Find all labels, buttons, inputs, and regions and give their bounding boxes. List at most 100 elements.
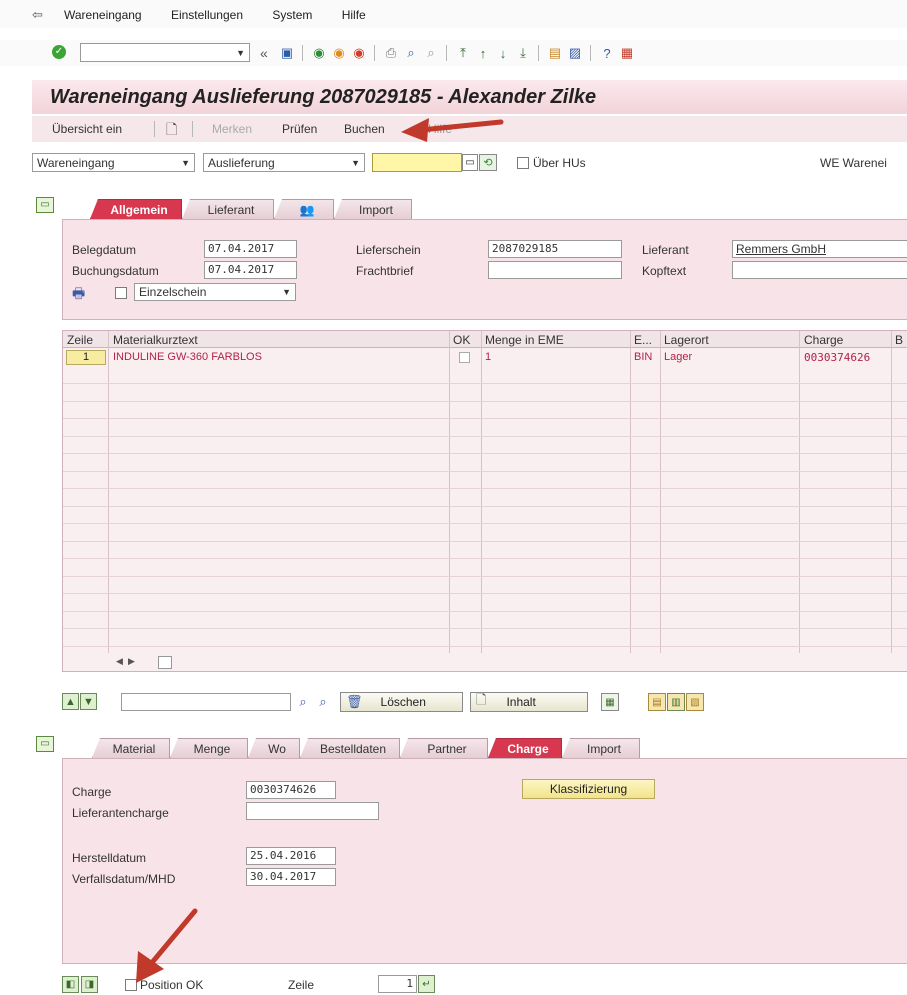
tab-partner[interactable]: Partner <box>400 738 488 758</box>
menu-hilfe[interactable]: Hilfe <box>342 8 366 22</box>
goto-line-icon[interactable]: ↵ <box>418 975 435 993</box>
command-field[interactable]: ▼ <box>80 43 250 62</box>
mfg-date-field[interactable]: 25.04.2016 <box>246 847 336 865</box>
bill-field[interactable] <box>488 261 622 279</box>
double-chevron-icon[interactable]: « <box>260 45 268 61</box>
table-row-empty[interactable] <box>63 560 907 577</box>
batch-cell[interactable]: 0030374626 <box>804 351 870 364</box>
delete-button[interactable]: 🗑 Löschen <box>340 692 463 712</box>
header-expand-icon[interactable]: ▭ <box>36 197 54 213</box>
prev-item-icon[interactable]: ◧ <box>62 976 79 993</box>
post-date-field[interactable]: 07.04.2017 <box>204 261 297 279</box>
post-button[interactable]: Buchen <box>344 122 385 136</box>
ok-checkbox[interactable] <box>459 352 470 363</box>
tab-partner-icon[interactable]: 👥 <box>274 199 334 219</box>
col-qty[interactable]: Menge in EME <box>485 333 564 347</box>
content-button[interactable]: 🗋 Inhalt <box>470 692 588 712</box>
expand-all-icon[interactable]: ▲ <box>62 693 79 710</box>
printer-icon[interactable]: 🖶 <box>72 283 85 307</box>
table-row-empty[interactable] <box>63 472 907 489</box>
find-icon[interactable]: ⌕ <box>294 693 312 711</box>
new-document-icon[interactable]: 🗋 <box>166 119 177 143</box>
col-storage[interactable]: Lagerort <box>664 333 709 347</box>
table-row-empty[interactable] <box>63 630 907 647</box>
classify-button[interactable]: Klassifizierung <box>522 779 655 799</box>
batch-detail-icon[interactable]: ▥ <box>667 693 685 711</box>
split-icon[interactable]: ▦ <box>601 693 619 711</box>
tab-wo[interactable]: Wo <box>248 738 300 758</box>
shortcut-icon[interactable]: ▨ <box>566 44 584 62</box>
tab-bestelldaten[interactable]: Bestelldaten <box>300 738 400 758</box>
tab-import[interactable]: Import <box>562 738 640 758</box>
line-number-button[interactable]: 1 <box>66 350 106 365</box>
layout-icon[interactable]: ▦ <box>618 44 636 62</box>
next-page-icon[interactable]: ↓ <box>494 44 512 62</box>
overview-button[interactable]: Übersicht ein <box>52 122 122 136</box>
table-row-empty[interactable] <box>63 385 907 402</box>
copy-icon[interactable]: ▭ <box>462 154 478 171</box>
scroll-thumb[interactable] <box>158 656 172 669</box>
print-checkbox[interactable] <box>115 287 127 299</box>
col-line[interactable]: Zeile <box>67 333 93 347</box>
table-row-empty[interactable] <box>63 490 907 507</box>
footer-line-field[interactable]: 1 <box>378 975 417 993</box>
table-row-empty[interactable] <box>63 507 907 524</box>
table-row-empty[interactable] <box>63 402 907 419</box>
vendor-batch-field[interactable] <box>246 802 379 820</box>
tab-menge[interactable]: Menge <box>170 738 248 758</box>
batch-field[interactable]: 0030374626 <box>246 781 336 799</box>
collapse-all-icon[interactable]: ▼ <box>80 693 97 710</box>
table-row-empty[interactable] <box>63 525 907 542</box>
menu-system[interactable]: System <box>272 8 312 22</box>
prev-page-icon[interactable]: ↑ <box>474 44 492 62</box>
scroll-right-icon[interactable]: ▶ <box>128 656 135 667</box>
tab-material[interactable]: Material <box>92 738 170 758</box>
col-material[interactable]: Materialkurztext <box>113 333 198 347</box>
enter-icon[interactable]: ✓ <box>52 45 66 59</box>
table-row-empty[interactable] <box>63 542 907 559</box>
tab-import[interactable]: Import <box>334 199 412 219</box>
item-expand-icon[interactable]: ▭ <box>36 736 54 752</box>
table-row-empty[interactable] <box>63 420 907 437</box>
col-unit[interactable]: E... <box>634 333 652 347</box>
find-next-icon[interactable]: ⌕ <box>422 44 440 62</box>
table-row-empty[interactable] <box>63 437 907 454</box>
table-row-empty[interactable] <box>63 455 907 472</box>
scroll-left-icon[interactable]: ◀ <box>116 656 123 667</box>
info-icon[interactable]: ▧ <box>686 693 704 711</box>
find-icon[interactable]: ⌕ <box>402 44 420 62</box>
exit-icon[interactable]: ⇦ <box>32 7 43 23</box>
hu-checkbox[interactable] <box>517 157 529 169</box>
cancel-icon[interactable]: ◉ <box>350 44 368 62</box>
col-extra[interactable]: B <box>895 333 903 347</box>
next-item-icon[interactable]: ◨ <box>81 976 98 993</box>
vendor-field[interactable]: Remmers GmbH <box>732 240 907 258</box>
last-page-icon[interactable]: ⤓ <box>514 44 532 62</box>
table-row-empty[interactable] <box>63 595 907 612</box>
find-next-icon[interactable]: ⌕ <box>314 693 332 711</box>
exit-app-icon[interactable]: ◉ <box>330 44 348 62</box>
delivery-note-field[interactable]: 2087029185 <box>488 240 622 258</box>
table-row-empty[interactable] <box>63 612 907 629</box>
menu-wareneingang[interactable]: Wareneingang <box>64 8 142 22</box>
help-icon[interactable]: ? <box>598 44 616 62</box>
back-icon[interactable]: ◉ <box>310 44 328 62</box>
action-select[interactable]: Wareneingang ▼ <box>32 153 195 172</box>
reference-select[interactable]: Auslieferung ▼ <box>203 153 365 172</box>
print-option-select[interactable]: Einzelschein ▼ <box>134 283 296 301</box>
folder-icon[interactable]: ▤ <box>648 693 666 711</box>
doc-date-field[interactable]: 07.04.2017 <box>204 240 297 258</box>
unit-cell[interactable]: BIN <box>634 351 652 363</box>
col-batch[interactable]: Charge <box>804 333 843 347</box>
table-row[interactable]: 1 INDULINE GW-360 FARBLOS 1 BIN Lager 00… <box>63 349 907 366</box>
table-row-empty[interactable] <box>63 577 907 594</box>
qty-cell[interactable]: 1 <box>485 351 491 363</box>
tab-allgemein[interactable]: Allgemein <box>90 199 182 219</box>
check-button[interactable]: Prüfen <box>282 122 317 136</box>
exp-date-field[interactable]: 30.04.2017 <box>246 868 336 886</box>
horizontal-scrollbar[interactable]: ◀ ▶ <box>108 655 907 671</box>
header-text-field[interactable] <box>732 261 907 279</box>
new-session-icon[interactable]: ▤ <box>546 44 564 62</box>
first-page-icon[interactable]: ⤒ <box>454 44 472 62</box>
grid-search-input[interactable] <box>121 693 291 711</box>
